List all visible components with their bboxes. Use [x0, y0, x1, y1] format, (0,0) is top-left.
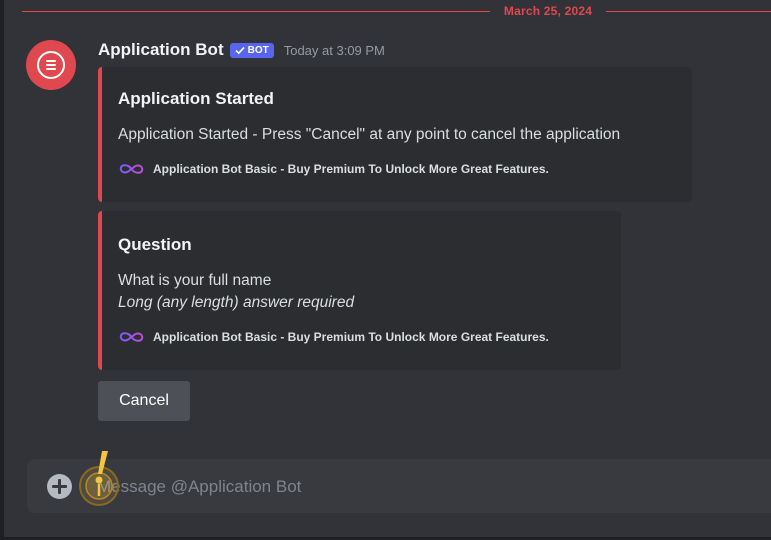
add-attachment-button[interactable]: [47, 474, 72, 499]
message-input[interactable]: [95, 471, 759, 503]
embed-footer-text: Application Bot Basic - Buy Premium To U…: [153, 330, 549, 344]
bot-tag-label: BOT: [247, 44, 269, 56]
checkmark-icon: [235, 46, 245, 54]
bot-tag: BOT: [229, 42, 274, 58]
infinity-icon: [119, 164, 144, 174]
divider-line-left: [22, 11, 490, 12]
embed-footer: Application Bot Basic - Buy Premium To U…: [118, 330, 549, 344]
embed-description: Application Started - Press "Cancel" at …: [118, 126, 621, 143]
embed-description: What is your full name: [118, 272, 272, 289]
message-timestamp[interactable]: Today at 3:09 PM: [284, 43, 385, 58]
embed-description-italic: Long (any length) answer required: [118, 294, 355, 311]
embed-application-started: Application Started Application Started …: [98, 67, 692, 202]
embed-accent-bar: [98, 211, 102, 370]
embed-footer: Application Bot Basic - Buy Premium To U…: [118, 162, 549, 176]
infinity-icon: [119, 332, 144, 342]
message-header: Application Bot BOT Today at 3:09 PM: [98, 38, 385, 62]
embed-footer-text: Application Bot Basic - Buy Premium To U…: [153, 162, 549, 176]
embed-question: Question What is your full name Long (an…: [98, 211, 621, 370]
window-edge: [0, 0, 4, 540]
embed-title: Question: [118, 235, 192, 254]
date-divider: March 25, 2024: [22, 4, 771, 20]
message-composer: [27, 459, 771, 513]
cancel-button[interactable]: Cancel: [98, 381, 190, 421]
divider-date: March 25, 2024: [503, 4, 593, 18]
divider-line-right: [606, 11, 771, 12]
chat-window: March 25, 2024 Application Bot BOT Today…: [0, 0, 771, 540]
embed-title: Application Started: [118, 89, 274, 108]
avatar[interactable]: [26, 40, 76, 90]
embed-accent-bar: [98, 67, 102, 202]
list-icon: [37, 51, 65, 79]
author-name[interactable]: Application Bot: [98, 40, 224, 60]
cursor-indicator-icon: [79, 451, 119, 506]
